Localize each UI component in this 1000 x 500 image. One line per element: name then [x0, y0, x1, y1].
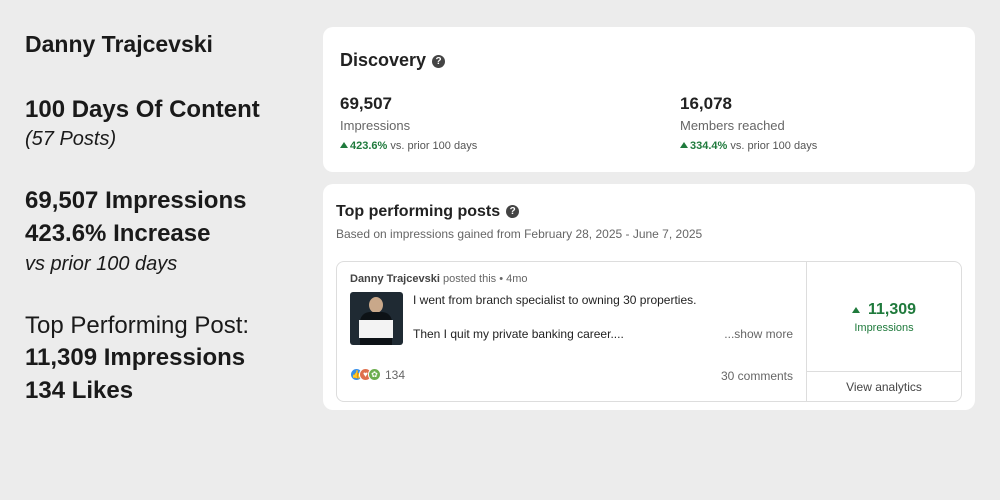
post-impressions-value-row: 11,309 — [807, 301, 961, 319]
post-impressions-label: Impressions — [854, 322, 914, 334]
post-thumbnail[interactable] — [350, 292, 403, 345]
post-stats: 11,309 Impressions View analytics — [806, 262, 961, 401]
impressions-label: Impressions — [340, 118, 411, 133]
members-reached-change-value: 334.4% — [690, 140, 728, 152]
post-author-line: Danny Trajcevski posted this • 4mo — [350, 273, 528, 285]
trend-up-icon — [340, 142, 348, 148]
members-reached-metric: 16,078 Members reached 334.4% vs. prior … — [680, 94, 817, 152]
trend-up-icon — [851, 307, 860, 313]
content-period-heading: 100 Days Of Content — [25, 96, 260, 123]
top-posts-title: Top performing posts? — [336, 203, 520, 221]
post-meta: posted this • 4mo — [442, 273, 528, 285]
help-icon[interactable]: ? — [432, 55, 446, 68]
members-reached-value: 16,078 — [680, 94, 732, 113]
impressions-change-suffix: vs. prior 100 days — [390, 140, 478, 152]
members-reached-change: 334.4% vs. prior 100 days — [680, 140, 817, 152]
post-impressions-value: 11,309 — [867, 301, 917, 318]
view-analytics-button[interactable]: View analytics — [807, 371, 961, 401]
reaction-count: 134 — [385, 368, 406, 382]
impressions-value: 69,507 — [340, 94, 392, 113]
post-author[interactable]: Danny Trajcevski — [350, 273, 440, 285]
thumbnail-sign — [359, 320, 393, 338]
post-text-line-1: I went from branch specialist to owning … — [413, 293, 697, 307]
top-posts-subtitle: Based on impressions gained from Februar… — [336, 227, 703, 241]
top-post-likes: 134 Likes — [25, 377, 134, 404]
impressions-change-value: 423.6% — [350, 140, 388, 152]
help-icon[interactable]: ? — [506, 205, 520, 218]
members-reached-change-suffix: vs. prior 100 days — [730, 140, 818, 152]
post-content[interactable]: Danny Trajcevski posted this • 4mo I wen… — [337, 262, 806, 401]
top-post-impressions: 11,309 Impressions — [25, 344, 246, 371]
post-text-line-2: Then I quit my private banking career...… — [413, 327, 624, 341]
author-name: Danny Trajcevski — [25, 31, 213, 57]
top-posts-card: Top performing posts? Based on impressio… — [323, 184, 975, 410]
thumbnail-person-head — [369, 297, 383, 313]
impressions-change: 423.6% vs. prior 100 days — [340, 140, 477, 152]
impressions-increase: 423.6% Increase — [25, 220, 211, 247]
top-post-heading: Top Performing Post: — [25, 312, 250, 339]
discovery-title-text: Discovery — [340, 50, 427, 70]
members-reached-label: Members reached — [680, 118, 785, 133]
show-more-link[interactable]: ...show more — [724, 327, 793, 341]
top-posts-title-text: Top performing posts — [336, 203, 501, 220]
post-card[interactable]: Danny Trajcevski posted this • 4mo I wen… — [336, 261, 962, 402]
discovery-title: Discovery? — [340, 50, 446, 71]
trend-up-icon — [680, 142, 688, 148]
celebrate-reaction-icon: ✿ — [368, 368, 381, 381]
post-count: (57 Posts) — [25, 128, 117, 150]
total-impressions: 69,507 Impressions — [25, 187, 247, 214]
comparison-note: vs prior 100 days — [25, 253, 178, 275]
discovery-card: Discovery? 69,507 Impressions 423.6% vs.… — [323, 27, 975, 172]
impressions-metric: 69,507 Impressions 423.6% vs. prior 100 … — [340, 94, 477, 152]
comments-link[interactable]: 30 comments — [721, 369, 793, 383]
